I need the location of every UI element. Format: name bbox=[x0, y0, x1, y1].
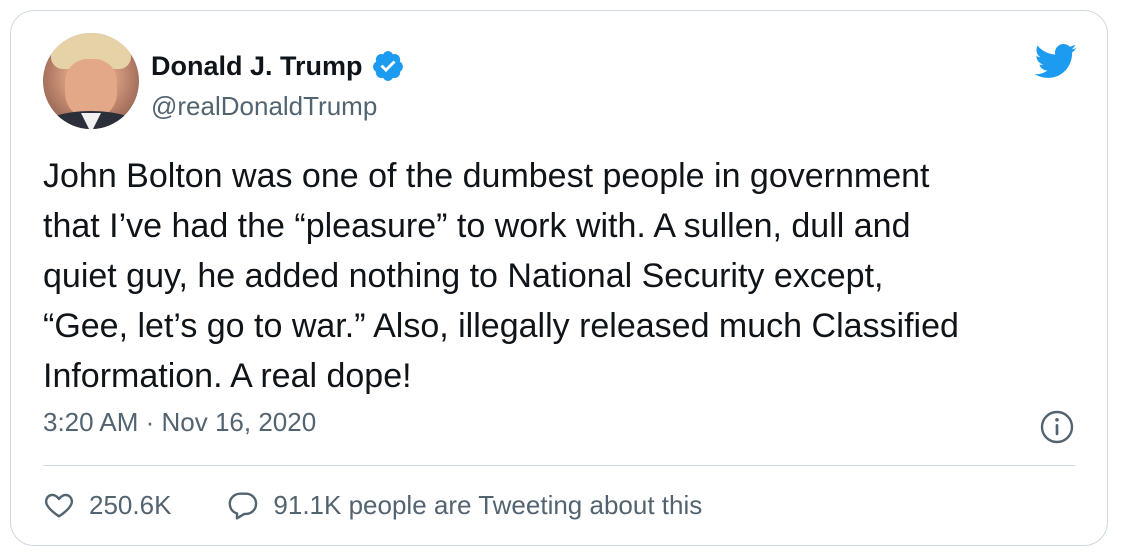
tweet-card[interactable]: Donald J. Trump @realDonaldTrump John Bo… bbox=[10, 10, 1108, 546]
speech-bubble-icon bbox=[229, 492, 258, 520]
author-name[interactable]: Donald J. Trump bbox=[151, 51, 363, 82]
heart-icon bbox=[44, 493, 74, 518]
tweet-text: John Bolton was one of the dumbest peopl… bbox=[43, 157, 959, 395]
conversation-text: 91.1K people are Tweeting about this bbox=[273, 489, 703, 520]
tweet-timestamp[interactable]: 3:20 AM · Nov 16, 2020 bbox=[43, 407, 316, 438]
conversation-link[interactable]: 91.1K people are Tweeting about this bbox=[227, 489, 702, 521]
author-avatar[interactable] bbox=[43, 33, 139, 129]
like-button[interactable]: 250.6K bbox=[43, 489, 171, 521]
twitter-bird-icon[interactable] bbox=[1033, 39, 1077, 83]
divider bbox=[43, 465, 1075, 466]
author-name-row: Donald J. Trump bbox=[151, 49, 405, 83]
info-icon[interactable] bbox=[1039, 409, 1075, 445]
avatar-face bbox=[65, 59, 117, 119]
like-count: 250.6K bbox=[89, 489, 172, 520]
tweet-actions: 250.6K 91.1K people are Tweeting about t… bbox=[43, 489, 702, 521]
verified-badge-icon bbox=[372, 51, 403, 81]
author-handle[interactable]: @realDonaldTrump bbox=[151, 91, 377, 122]
